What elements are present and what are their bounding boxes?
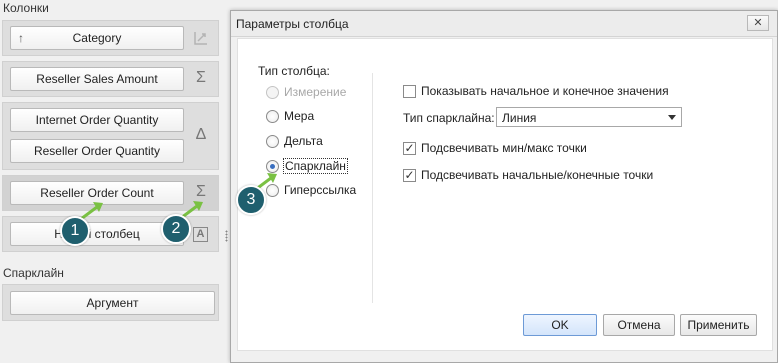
column-item-new-column[interactable]: Новый столбец	[10, 222, 184, 246]
checkbox[interactable]	[403, 84, 416, 98]
chevron-down-icon	[668, 115, 676, 120]
callout-2: 2	[161, 214, 191, 244]
chart-axis-icon[interactable]	[193, 30, 209, 46]
radio-measure[interactable]: Мера	[266, 107, 314, 125]
apply-button[interactable]: Применить	[680, 314, 757, 336]
checkbox[interactable]: ✓	[403, 168, 416, 182]
close-button[interactable]: ✕	[747, 15, 769, 31]
column-group-category: ↑ Category	[2, 20, 219, 56]
text-a-icon[interactable]: A	[193, 227, 208, 242]
splitter-handle[interactable]	[225, 230, 228, 242]
sparkline-section-title: Спарклайн	[3, 266, 64, 280]
column-item-reseller-sales-amount[interactable]: Reseller Sales Amount	[10, 67, 184, 91]
delta-icon[interactable]: Δ	[193, 127, 209, 143]
column-group-reseller-sales: Reseller Sales Amount Σ	[2, 61, 219, 97]
radio-button[interactable]	[266, 109, 279, 123]
dialog-title: Параметры столбца	[236, 17, 349, 31]
columns-panel: Колонки ↑ Category Reseller Sales Amount…	[0, 0, 222, 363]
sort-up-icon: ↑	[18, 31, 24, 45]
column-group-delta: Internet Order Quantity Reseller Order Q…	[2, 102, 219, 170]
column-item-internet-order-quantity[interactable]: Internet Order Quantity	[10, 108, 184, 132]
radio-button	[266, 85, 279, 99]
checkbox[interactable]: ✓	[403, 141, 416, 155]
divider	[372, 73, 373, 303]
cancel-button[interactable]: Отмена	[603, 314, 675, 336]
dialog-content: Тип столбца: Измерение Мера Дельта Спарк…	[237, 38, 773, 351]
checkbox-highlight-start-end[interactable]: ✓ Подсвечивать начальные/конечные точки	[403, 166, 653, 184]
radio-delta[interactable]: Дельта	[266, 132, 323, 150]
sigma-icon[interactable]: Σ	[193, 70, 209, 86]
radio-dimension: Измерение	[266, 83, 346, 101]
column-item-reseller-order-quantity[interactable]: Reseller Order Quantity	[10, 139, 184, 163]
column-options-dialog: Параметры столбца ✕ Тип столбца: Измерен…	[230, 10, 778, 363]
argument-item[interactable]: Аргумент	[10, 291, 215, 315]
column-item-category[interactable]: ↑ Category	[10, 26, 184, 50]
callout-1: 1	[60, 216, 90, 246]
ok-button[interactable]: OK	[523, 314, 597, 336]
checkbox-highlight-minmax[interactable]: ✓ Подсвечивать мин/макс точки	[403, 139, 587, 157]
sparkline-type-select[interactable]: Линия	[496, 107, 682, 127]
column-type-label: Тип столбца:	[258, 64, 330, 78]
sparkline-type-label: Тип спарклайна:	[403, 111, 495, 125]
dialog-titlebar[interactable]: Параметры столбца ✕	[231, 11, 777, 37]
columns-section-title: Колонки	[3, 1, 49, 15]
radio-button[interactable]	[266, 134, 279, 148]
argument-group: Аргумент	[2, 284, 219, 321]
callout-3: 3	[236, 185, 266, 215]
checkbox-show-start-end[interactable]: Показывать начальное и конечное значения	[403, 82, 669, 100]
close-icon: ✕	[753, 17, 763, 29]
